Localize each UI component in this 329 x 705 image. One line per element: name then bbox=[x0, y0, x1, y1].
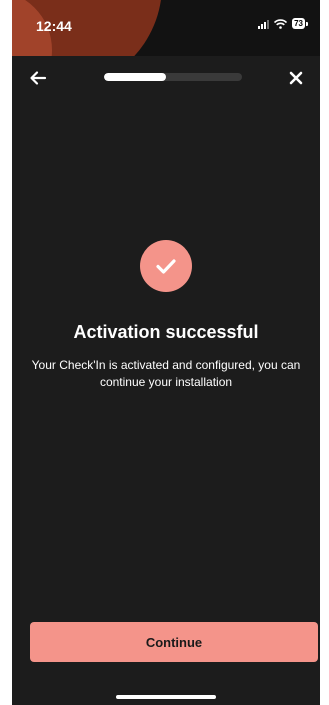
checkmark-icon bbox=[156, 259, 176, 274]
progress-fill bbox=[104, 73, 167, 81]
status-icons: 73 bbox=[258, 18, 308, 29]
top-navigation-bar bbox=[12, 56, 320, 100]
continue-button[interactable]: Continue bbox=[30, 622, 318, 662]
arrow-left-icon bbox=[30, 71, 47, 85]
page-title: Activation successful bbox=[73, 322, 259, 342]
success-badge bbox=[140, 240, 192, 292]
close-button[interactable] bbox=[284, 66, 308, 90]
signal-icon bbox=[258, 19, 270, 29]
close-icon bbox=[289, 71, 303, 85]
status-bar: 12:44 73 bbox=[12, 0, 320, 56]
success-content: Activation successful Your Check'In is a… bbox=[12, 240, 320, 391]
page-description: Your Check'In is activated and configure… bbox=[31, 358, 301, 389]
progress-bar bbox=[104, 73, 242, 81]
wifi-icon bbox=[274, 18, 288, 29]
status-time: 12:44 bbox=[36, 18, 72, 34]
battery-level: 73 bbox=[292, 18, 305, 29]
back-button[interactable] bbox=[26, 66, 50, 90]
app-screen: 12:44 73 Activation successful Your Chec… bbox=[12, 0, 320, 705]
battery-icon: 73 bbox=[292, 18, 308, 29]
home-indicator bbox=[116, 695, 216, 699]
